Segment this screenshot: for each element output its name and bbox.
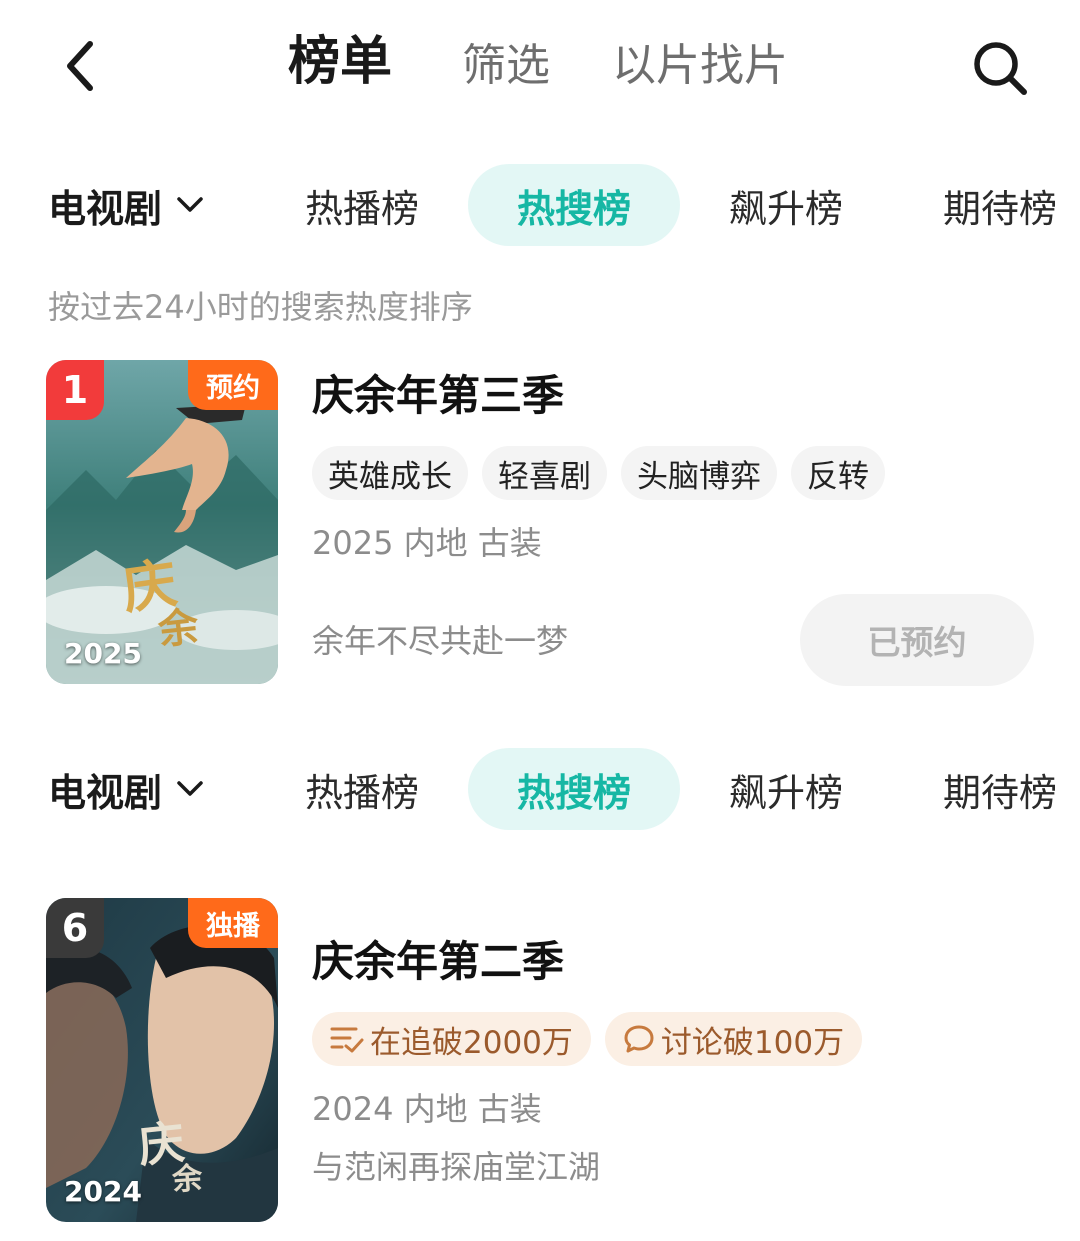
top-bar: 榜单 筛选 以片找片 bbox=[0, 0, 1080, 130]
chevron-down-icon bbox=[177, 197, 203, 212]
tab-rising[interactable]: 飙升榜 bbox=[706, 164, 866, 246]
tab-hot-search[interactable]: 热搜榜 bbox=[468, 164, 680, 246]
search-button[interactable] bbox=[966, 36, 1034, 100]
rank-badge: 1 bbox=[46, 360, 104, 420]
back-button[interactable] bbox=[50, 38, 110, 94]
tab-anticipated[interactable]: 期待榜 bbox=[920, 748, 1080, 830]
discussion-stat[interactable]: 讨论破100万 bbox=[604, 1012, 863, 1066]
category-selector[interactable]: 电视剧 bbox=[48, 748, 204, 830]
poster-calligraphy: 余 bbox=[171, 1160, 204, 1198]
poster-year: 2024 bbox=[64, 1175, 142, 1208]
rank-badge: 6 bbox=[46, 898, 104, 958]
genre-tag[interactable]: 轻喜剧 bbox=[482, 446, 607, 500]
exclusive-badge: 独播 bbox=[188, 898, 278, 948]
category-selector-label: 电视剧 bbox=[48, 770, 163, 815]
tab-ranking[interactable]: 榜单 bbox=[288, 30, 392, 94]
category-row: 电视剧 热播榜 热搜榜 飙升榜 期待榜 bbox=[0, 164, 1080, 246]
category-row: 电视剧 热播榜 热搜榜 飙升榜 期待榜 bbox=[0, 748, 1080, 830]
discussion-stat-label: 讨论破100万 bbox=[660, 1024, 845, 1061]
tab-anticipated[interactable]: 期待榜 bbox=[920, 164, 1080, 246]
category-selector-label: 电视剧 bbox=[48, 186, 163, 231]
tab-hot-play[interactable]: 热播榜 bbox=[282, 164, 442, 246]
poster-year: 2025 bbox=[64, 637, 142, 670]
tab-hot-search[interactable]: 热搜榜 bbox=[468, 748, 680, 830]
list-check-icon bbox=[330, 1027, 364, 1053]
show-slogan: 余年不尽共赴一梦 bbox=[312, 622, 569, 660]
genre-tag[interactable]: 英雄成长 bbox=[312, 446, 468, 500]
chat-bubble-icon bbox=[624, 1025, 654, 1053]
chevron-down-icon bbox=[177, 781, 203, 796]
chevron-left-icon bbox=[67, 41, 93, 91]
following-stat[interactable]: 在追破2000万 bbox=[312, 1012, 591, 1066]
show-title[interactable]: 庆余年第二季 bbox=[312, 932, 564, 992]
show-title[interactable]: 庆余年第三季 bbox=[312, 366, 564, 426]
poster-calligraphy: 余 bbox=[156, 603, 201, 654]
reserved-button[interactable]: 已预约 bbox=[800, 594, 1034, 686]
genre-tag[interactable]: 头脑博弈 bbox=[621, 446, 777, 500]
category-selector[interactable]: 电视剧 bbox=[48, 164, 204, 246]
poster[interactable]: 6 独播 庆 余 2024 bbox=[46, 898, 278, 1222]
tab-hot-play[interactable]: 热播榜 bbox=[282, 748, 442, 830]
genre-tag[interactable]: 反转 bbox=[791, 446, 885, 500]
tab-rising[interactable]: 飙升榜 bbox=[706, 748, 866, 830]
search-icon bbox=[974, 42, 1027, 95]
tag-list: 英雄成长 轻喜剧 头脑博弈 反转 bbox=[312, 446, 885, 500]
poster[interactable]: 1 预约 庆 余 2025 bbox=[46, 360, 278, 684]
show-meta: 2025 内地 古装 bbox=[312, 524, 542, 562]
show-meta: 2024 内地 古装 bbox=[312, 1090, 542, 1128]
tab-filter[interactable]: 筛选 bbox=[462, 34, 550, 98]
stat-list: 在追破2000万 讨论破100万 bbox=[312, 1012, 863, 1066]
reserve-badge: 预约 bbox=[188, 360, 278, 410]
show-slogan: 与范闲再探庙堂江湖 bbox=[312, 1148, 601, 1186]
ranking-description: 按过去24小时的搜索热度排序 bbox=[48, 288, 473, 326]
tab-find-similar[interactable]: 以片找片 bbox=[612, 34, 788, 98]
following-stat-label: 在追破2000万 bbox=[370, 1024, 573, 1061]
